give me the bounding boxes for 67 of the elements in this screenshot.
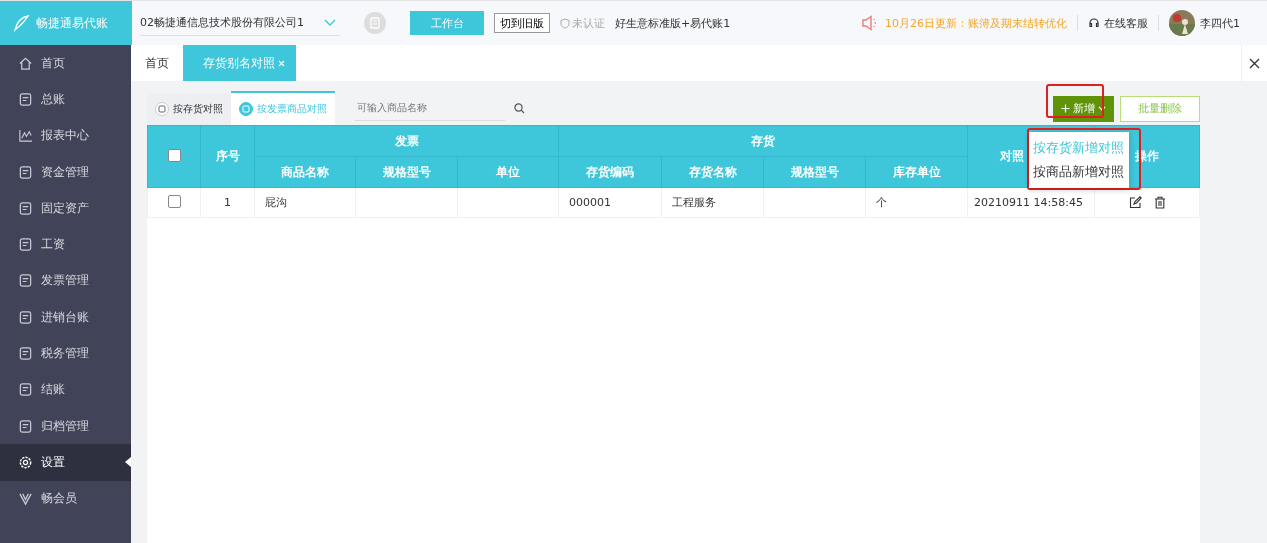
sidebar-item[interactable]: 发票管理 — [0, 262, 131, 300]
square-icon — [239, 102, 253, 116]
document-icon — [18, 91, 33, 107]
table-cell: 1 — [200, 187, 255, 218]
document-icon — [18, 273, 33, 289]
company-select[interactable]: 02畅捷通信息技术股份有限公司1 — [140, 10, 340, 36]
edition-label: 好生意标准版+易代账1 — [615, 15, 731, 31]
sidebar-item[interactable]: 资金管理 — [0, 153, 131, 191]
edit-icon[interactable] — [1128, 196, 1142, 209]
sidebar-item[interactable]: 首页 — [0, 45, 131, 82]
avatar[interactable] — [1169, 10, 1195, 36]
document-icon — [18, 382, 33, 398]
settings-icon — [18, 454, 33, 470]
chart-icon — [18, 128, 33, 144]
sidebar-item[interactable]: 归档管理 — [0, 407, 131, 445]
search-icon[interactable] — [514, 102, 525, 114]
row-checkbox[interactable] — [167, 194, 181, 208]
column-group-header: 存货 — [558, 125, 968, 157]
document-icon — [18, 346, 33, 361]
column-header: 库存单位 — [865, 156, 968, 188]
table-cell: 000001 — [558, 187, 662, 218]
table-cell: 屁沟 — [254, 187, 356, 218]
chevron-icon — [324, 18, 336, 27]
cert-status: 未认证 — [572, 15, 605, 31]
sidebar-item[interactable]: 报表中心 — [0, 117, 131, 154]
home-icon — [18, 55, 33, 71]
trash-icon[interactable] — [1153, 196, 1166, 209]
select-all-checkbox[interactable] — [167, 148, 181, 162]
column-header: 商品名称 — [254, 156, 356, 188]
app-logo: 畅捷通易代账 — [36, 14, 108, 32]
column-header: 规格型号 — [355, 156, 458, 188]
column-header: 单位 — [457, 156, 559, 188]
sidebar-item[interactable]: 设置 — [0, 444, 131, 481]
sidebar-item[interactable]: 结账 — [0, 371, 131, 408]
shield-icon — [560, 17, 570, 29]
column-header: 存货名称 — [661, 156, 764, 188]
sidebar-item[interactable]: 畅会员 — [0, 480, 131, 517]
table-cell: 工程服务 — [661, 187, 764, 218]
column-header: 规格型号 — [763, 156, 866, 188]
sidebar-item[interactable]: 税务管理 — [0, 335, 131, 372]
sidebar-item[interactable]: 固定资产 — [0, 190, 131, 227]
v-icon — [18, 491, 33, 507]
search-field[interactable]: 可输入商品名称 — [355, 95, 505, 121]
highlight-frame — [1046, 84, 1104, 118]
document-icon — [18, 418, 33, 434]
speaker-icon — [861, 15, 879, 31]
add-button[interactable]: 新增 — [1053, 95, 1114, 122]
sidebar-item[interactable]: 总账 — [0, 81, 131, 118]
caret-icon — [1098, 105, 1106, 112]
document-icon — [18, 164, 33, 180]
column-group-header: 发票 — [254, 125, 559, 157]
document-icon — [18, 200, 33, 216]
feather-icon — [12, 14, 30, 32]
column-header: 存货编码 — [558, 156, 662, 188]
plus-icon — [1061, 104, 1070, 113]
switch-version-button[interactable]: 切到旧版 — [494, 13, 550, 33]
sidebar-item[interactable]: 进销台账 — [0, 299, 131, 336]
online-support-link[interactable]: 在线客服 — [1104, 15, 1148, 31]
view-tab[interactable]: 按存货对照 — [147, 93, 231, 125]
square-icon — [155, 102, 169, 116]
headset-icon — [1088, 17, 1100, 29]
column-header: 序号 — [200, 125, 255, 188]
table-cell: 个 — [865, 187, 968, 218]
sidebar-item[interactable]: 工资 — [0, 226, 131, 263]
user-name: 李四代1 — [1200, 15, 1240, 31]
document-icon — [18, 237, 33, 253]
document-icon — [18, 309, 33, 325]
